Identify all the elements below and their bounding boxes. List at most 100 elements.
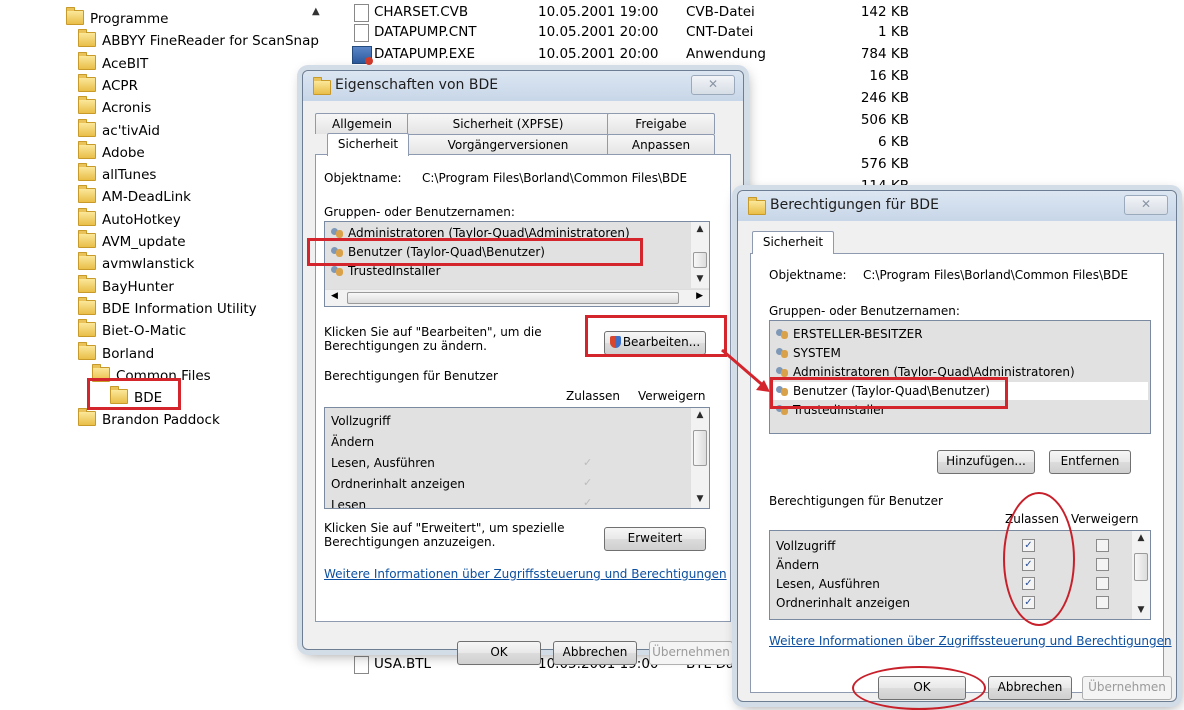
advanced-hint: Klicken Sie auf "Erweitert", um speziell…	[324, 521, 565, 549]
object-name-label: Objektname:	[769, 268, 847, 282]
permission-row: Vollzugriff	[331, 414, 391, 428]
close-button[interactable]: ✕	[1124, 195, 1168, 215]
scroll-right-icon[interactable]: ▶	[696, 291, 703, 301]
folder-icon	[78, 252, 96, 271]
scroll-up-icon[interactable]: ▲	[691, 224, 709, 234]
permissions-listbox[interactable]: Vollzugriff Ändern Lesen, Ausführen Ordn…	[769, 530, 1151, 620]
tree-item[interactable]: BayHunter	[78, 274, 174, 298]
list-item[interactable]: ERSTELLER-BESITZER	[776, 325, 923, 343]
scroll-up-icon[interactable]: ▲	[691, 410, 709, 420]
properties-client: Allgemein Sicherheit (XPFSE) Freigabe Si…	[307, 101, 739, 665]
file-date: 10.05.2001 19:00	[538, 4, 659, 20]
permission-row: Ändern	[331, 435, 375, 449]
tab-sicherheit-xpfse[interactable]: Sicherheit (XPFSE)	[407, 113, 609, 134]
tree-item-label: AutoHotkey	[102, 211, 181, 228]
edit-hint: Klicken Sie auf "Bearbeiten", um die Ber…	[324, 325, 542, 353]
permission-row: Ändern	[776, 558, 820, 572]
tab-sicherheit[interactable]: Sicherheit	[327, 133, 409, 156]
folder-icon	[78, 207, 96, 226]
cancel-button[interactable]: Abbrechen	[988, 676, 1072, 700]
tree-item-label: BDE Information Utility	[102, 300, 257, 317]
check-mark-icon: ✓	[583, 456, 593, 469]
deny-checkbox[interactable]	[1096, 539, 1109, 552]
deny-column-header: Verweigern	[1071, 512, 1139, 526]
access-control-help-link[interactable]: Weitere Informationen über Zugriffssteue…	[324, 567, 727, 581]
tree-item[interactable]: AutoHotkey	[78, 207, 181, 231]
file-size: 784 KB	[860, 46, 909, 62]
deny-checkbox[interactable]	[1096, 558, 1109, 571]
file-date: 10.05.2001 20:00	[538, 46, 659, 62]
apply-button[interactable]: Übernehmen	[649, 641, 733, 665]
file-row[interactable]: DATAPUMP.EXE 10.05.2001 20:00 Anwendung 784…	[0, 44, 1184, 65]
permission-row: Ordnerinhalt anzeigen	[776, 596, 911, 610]
scroll-down-icon[interactable]: ▼	[691, 274, 709, 284]
list-item[interactable]: SYSTEM	[776, 344, 841, 362]
tab-freigabe[interactable]: Freigabe	[607, 113, 715, 134]
tab-vorgaengerversionen[interactable]: Vorgängerversionen	[407, 134, 609, 155]
folder-icon	[78, 230, 96, 248]
user-group-icon	[331, 265, 344, 277]
apply-button[interactable]: Übernehmen	[1082, 676, 1172, 700]
file-name: USA.BTL	[374, 656, 432, 672]
groups-label: Gruppen- oder Benutzernamen:	[769, 304, 960, 318]
permission-row: Lesen	[331, 498, 367, 509]
scroll-down-icon[interactable]: ▼	[1132, 605, 1150, 615]
permissions-listbox[interactable]: Vollzugriff Ändern Lesen, Ausführen Ordn…	[324, 407, 710, 509]
close-button[interactable]: ✕	[691, 75, 735, 95]
horizontal-scrollbar[interactable]: ◀ ▶	[325, 289, 709, 306]
add-button[interactable]: Hinzufügen...	[937, 450, 1035, 474]
remove-button[interactable]: Entfernen	[1049, 450, 1131, 474]
dialog-title: Berechtigungen für BDE	[770, 197, 939, 213]
file-size: 6 KB	[878, 134, 909, 150]
scroll-thumb[interactable]	[693, 252, 707, 268]
properties-dialog: Eigenschaften von BDE ✕ Allgemein Sicher…	[302, 70, 744, 665]
permissions-titlebar[interactable]: Berechtigungen für BDE ✕	[738, 191, 1176, 221]
file-icon	[354, 4, 369, 22]
tab-anpassen[interactable]: Anpassen	[607, 134, 715, 155]
scroll-down-icon[interactable]: ▼	[691, 494, 709, 504]
scroll-thumb[interactable]	[1134, 553, 1148, 581]
file-name: DATAPUMP.EXE	[374, 46, 476, 62]
tree-item-label: Brandon Paddock	[102, 412, 220, 429]
tree-item[interactable]: BDE Information Utility	[78, 296, 257, 320]
object-name-value: C:\Program Files\Borland\Common Files\BD…	[863, 268, 1129, 282]
scroll-up-icon[interactable]: ▲	[1132, 533, 1150, 543]
tree-item[interactable]: Borland	[78, 341, 154, 365]
permission-row: Vollzugriff	[776, 539, 836, 553]
file-row[interactable]: CHARSET.CVB 10.05.2001 19:00 CVB-Datei 142 …	[0, 2, 1184, 22]
tree-item[interactable]: avmwlanstick	[78, 252, 194, 275]
file-size: 142 KB	[860, 4, 909, 20]
folder-icon	[78, 341, 96, 360]
file-type: Anwendung	[686, 46, 766, 62]
deny-checkbox[interactable]	[1096, 577, 1109, 590]
file-row[interactable]: DATAPUMP.CNT 10.05.2001 20:00 CNT-Datei 1 K…	[0, 22, 1184, 42]
vertical-scrollbar[interactable]: ▲ ▼	[690, 408, 709, 508]
advanced-button[interactable]: Erweitert	[604, 527, 706, 551]
tree-item[interactable]: Biet-O-Matic	[78, 319, 187, 342]
highlight-allow-checkboxes	[1003, 492, 1075, 626]
access-control-help-link[interactable]: Weitere Informationen über Zugriffssteue…	[769, 634, 1172, 648]
deny-column-header: Verweigern	[638, 389, 706, 403]
file-icon	[354, 24, 369, 42]
properties-titlebar[interactable]: Eigenschaften von BDE ✕	[303, 71, 743, 101]
tab-allgemein[interactable]: Allgemein	[315, 113, 409, 134]
tab-sicherheit[interactable]: Sicherheit	[752, 231, 834, 254]
horizontal-scroll-thumb[interactable]	[347, 292, 679, 304]
dialog-title: Eigenschaften von BDE	[335, 77, 499, 93]
permission-row: Ordnerinhalt anzeigen	[331, 477, 466, 491]
allow-column-header: Zulassen	[566, 389, 621, 403]
file-size: 506 KB	[860, 112, 909, 128]
folder-icon	[313, 77, 331, 95]
vertical-scrollbar[interactable]: ▲ ▼	[690, 222, 709, 288]
tree-item[interactable]: AVM_update	[78, 230, 186, 253]
cancel-button[interactable]: Abbrechen	[553, 641, 637, 665]
ok-button[interactable]: OK	[457, 641, 541, 665]
scroll-left-icon[interactable]: ◀	[331, 291, 338, 301]
tree-item[interactable]: Brandon Paddock	[78, 408, 220, 431]
deny-checkbox[interactable]	[1096, 596, 1109, 609]
permission-row: Lesen, Ausführen	[776, 577, 880, 591]
tree-item-label: Biet-O-Matic	[102, 323, 187, 340]
vertical-scrollbar[interactable]: ▲ ▼	[1131, 531, 1150, 619]
scroll-thumb[interactable]	[693, 430, 707, 466]
highlight-bde-folder	[87, 378, 181, 410]
